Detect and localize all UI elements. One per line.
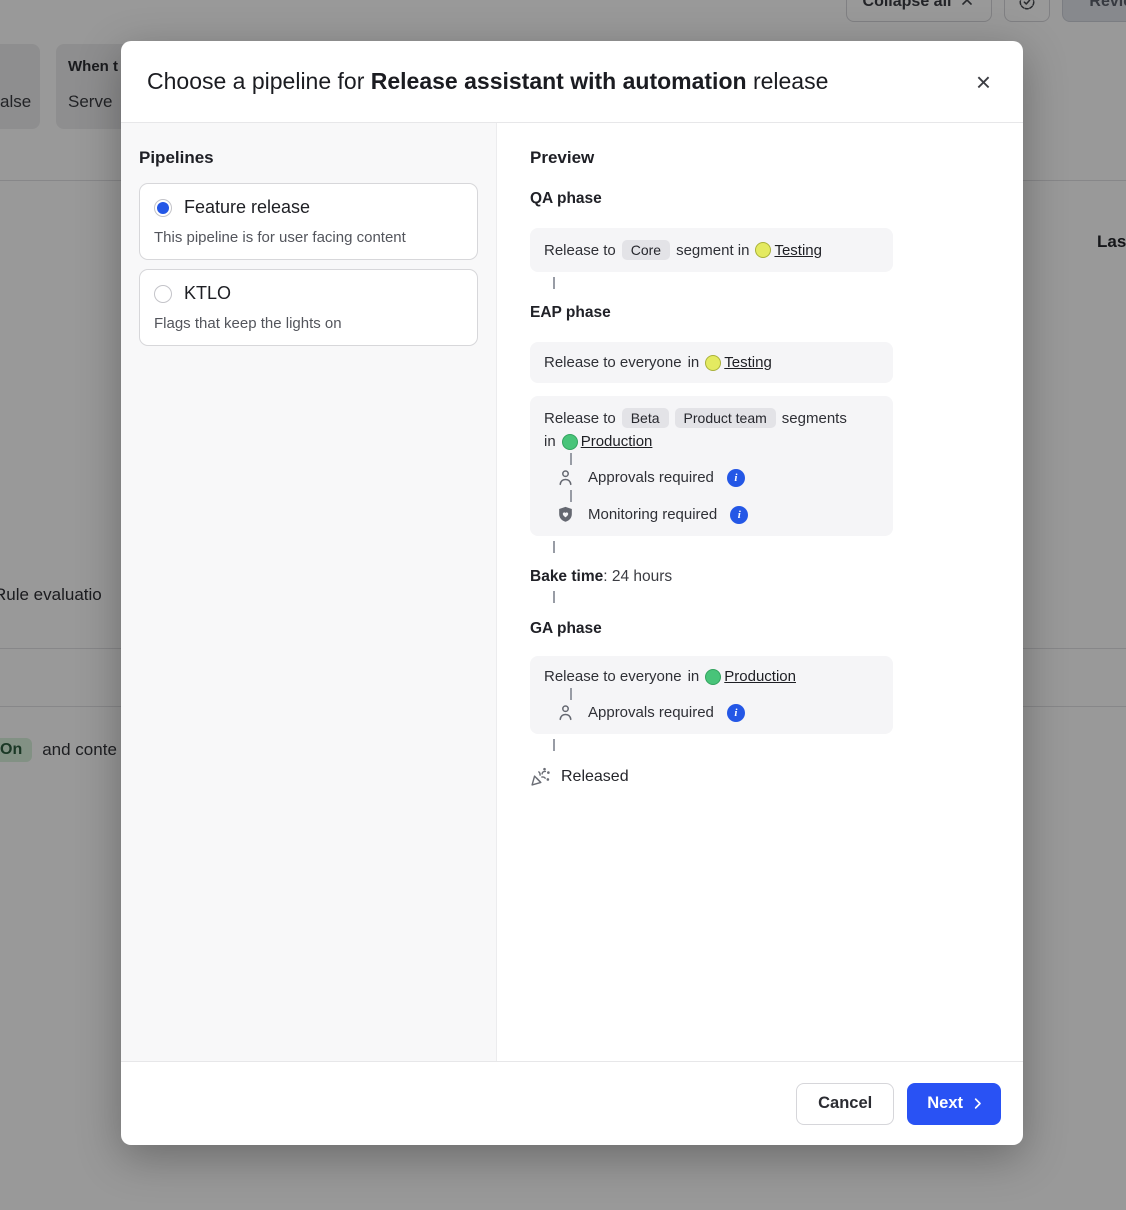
release-to-text: Release to everyone <box>544 668 682 685</box>
flow-connector <box>553 591 555 603</box>
flow-connector <box>553 277 555 289</box>
approvals-required-label: Approvals required <box>588 469 714 486</box>
pipelines-pane: Pipelines Feature release This pipeline … <box>121 123 497 1061</box>
testing-env-dot-icon <box>755 242 771 258</box>
environment-name: Production <box>724 668 796 685</box>
info-icon[interactable]: i <box>727 704 745 722</box>
modal-body: Pipelines Feature release This pipeline … <box>121 123 1023 1061</box>
in-text: in <box>688 354 700 371</box>
segments-text: segments <box>782 410 847 427</box>
bake-time-value: 24 hours <box>612 568 672 585</box>
party-popper-icon <box>530 766 551 787</box>
close-icon[interactable]: × <box>970 65 997 99</box>
environment-link[interactable]: Testing <box>755 242 822 259</box>
testing-env-dot-icon <box>705 355 721 371</box>
choose-pipeline-modal: Choose a pipeline for Release assistant … <box>121 41 1023 1145</box>
environment-link[interactable]: Production <box>562 433 653 450</box>
pipelines-heading: Pipelines <box>139 148 478 168</box>
production-env-dot-icon <box>562 434 578 450</box>
pipeline-option-description: Flags that keep the lights on <box>154 315 463 332</box>
environment-link[interactable]: Testing <box>705 354 772 371</box>
radio-unselected[interactable] <box>154 285 172 303</box>
preview-pane: Preview QA phase Release to Core segment… <box>497 123 1023 1061</box>
info-icon[interactable]: i <box>730 506 748 524</box>
chevron-right-icon <box>970 1096 985 1111</box>
person-icon <box>556 703 575 722</box>
shield-heart-icon <box>556 505 575 524</box>
production-env-dot-icon <box>705 669 721 685</box>
segment-badge: Product team <box>675 408 776 428</box>
bake-time-label: Bake time <box>530 568 603 585</box>
in-text: in <box>544 433 556 450</box>
modal-header: Choose a pipeline for Release assistant … <box>121 41 1023 123</box>
segment-badge: Core <box>622 240 670 260</box>
person-icon <box>556 468 575 487</box>
preview-heading: Preview <box>530 148 1023 168</box>
flow-connector <box>570 490 572 502</box>
flow-connector <box>553 739 555 751</box>
ga-phase-label: GA phase <box>530 620 1023 638</box>
eap-step1-card: Release to everyone in Testing <box>530 342 893 383</box>
pipeline-option-label: Feature release <box>184 197 310 218</box>
release-to-text: Release to everyone <box>544 354 682 371</box>
eap-phase-label: EAP phase <box>530 304 1023 322</box>
bake-time-separator: : <box>603 568 607 585</box>
environment-name: Testing <box>724 354 772 371</box>
info-icon[interactable]: i <box>727 469 745 487</box>
approvals-required-label: Approvals required <box>588 704 714 721</box>
modal-footer: Cancel Next <box>121 1061 1023 1145</box>
environment-link[interactable]: Production <box>705 668 796 685</box>
pipeline-option-feature-release[interactable]: Feature release This pipeline is for use… <box>139 183 478 260</box>
flow-connector <box>570 688 572 700</box>
segment-in-text: segment in <box>676 242 749 259</box>
environment-name: Production <box>581 433 653 450</box>
title-flag-name: Release assistant with automation <box>371 68 747 94</box>
monitoring-required-label: Monitoring required <box>588 506 717 523</box>
title-suffix: release <box>753 68 828 94</box>
pipeline-option-label: KTLO <box>184 283 231 304</box>
next-label: Next <box>927 1094 963 1113</box>
modal-title: Choose a pipeline for Release assistant … <box>147 68 970 95</box>
release-to-text: Release to <box>544 242 616 259</box>
segment-badge: Beta <box>622 408 669 428</box>
radio-selected[interactable] <box>154 199 172 217</box>
environment-name: Testing <box>774 242 822 259</box>
pipeline-option-description: This pipeline is for user facing content <box>154 229 463 246</box>
released-row: Released <box>530 766 1023 787</box>
cancel-button[interactable]: Cancel <box>796 1083 894 1125</box>
eap-step2-card: Release to Beta Product team segments in… <box>530 396 893 536</box>
next-button[interactable]: Next <box>907 1083 1001 1125</box>
release-to-text: Release to <box>544 410 616 427</box>
qa-phase-card: Release to Core segment in Testing <box>530 228 893 272</box>
in-text: in <box>688 668 700 685</box>
app-root: Collapse all Review alse When t Serve Ru… <box>0 0 1126 1210</box>
released-label: Released <box>561 768 629 786</box>
ga-phase-card: Release to everyone in Production Approv… <box>530 656 893 734</box>
title-prefix: Choose a pipeline for <box>147 68 364 94</box>
bake-time-row: Bake time: 24 hours <box>530 568 1023 586</box>
pipeline-option-ktlo[interactable]: KTLO Flags that keep the lights on <box>139 269 478 346</box>
flow-connector <box>553 541 555 553</box>
qa-phase-label: QA phase <box>530 190 1023 208</box>
flow-connector <box>570 453 572 465</box>
